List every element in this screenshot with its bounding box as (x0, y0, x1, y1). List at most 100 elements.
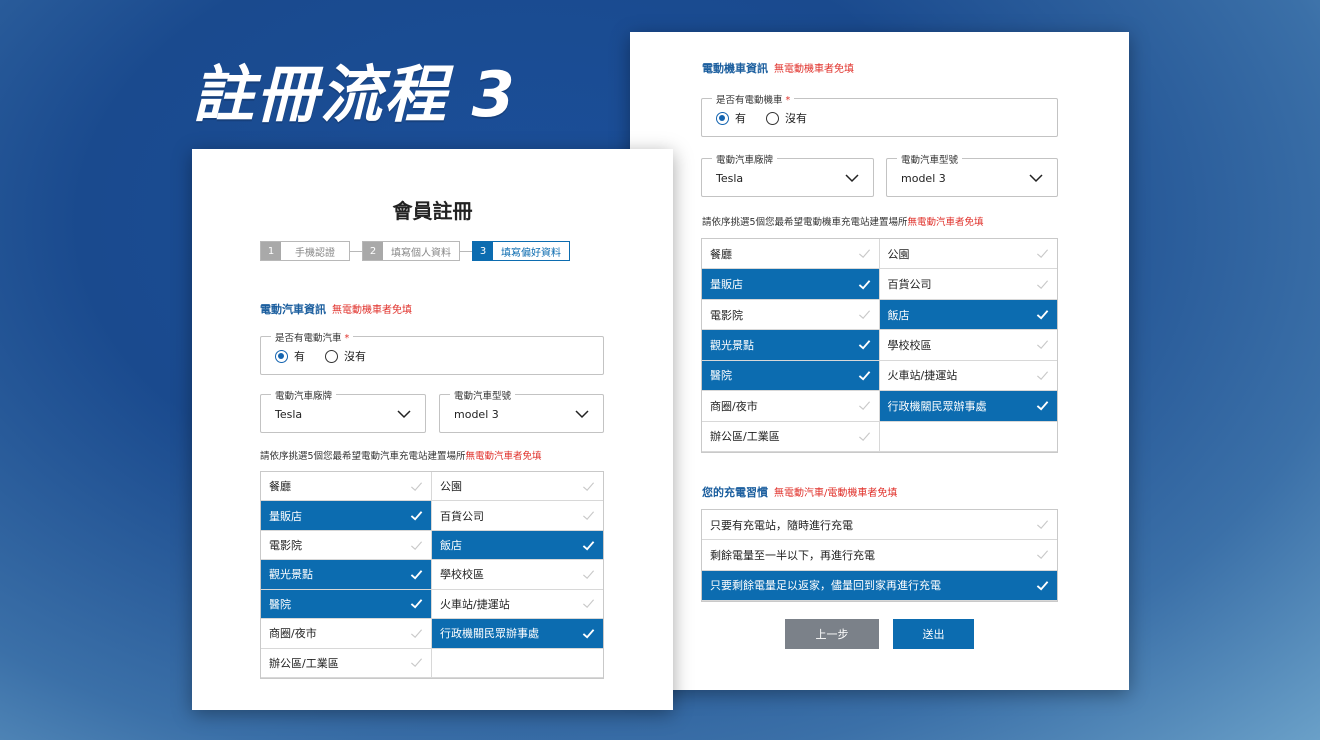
check-icon (1037, 371, 1049, 380)
step-3: 3 填寫偏好資料 (472, 241, 570, 261)
moto-place-option[interactable]: 飯店 (879, 299, 1057, 331)
moto-place-option[interactable]: 餐廳 (702, 239, 880, 270)
moto-place-option[interactable]: 學校校區 (879, 330, 1057, 361)
check-icon (858, 249, 870, 259)
car-brand-select[interactable]: 電動汽車廠牌 Tesla (260, 388, 426, 433)
moto-place-option-label: 百貨公司 (887, 278, 932, 292)
check-icon (583, 511, 595, 521)
moto-place-option-label: 公園 (887, 247, 910, 261)
car-place-option-label: 醫院 (269, 597, 291, 611)
car-place-option-label: 學校校區 (440, 568, 484, 582)
habit-option[interactable]: 剩餘電量至一半以下，再進行充電 (702, 540, 1057, 571)
moto-place-option[interactable]: 觀光景點 (702, 330, 880, 361)
moto-places-grid: 餐廳 公園量販店 百貨公司電影院 飯店 觀光景點 學校校區醫院 火車站/捷運站 商圈/夜市 行政… (701, 238, 1058, 453)
moto-place-option[interactable]: 商圈/夜市 (702, 391, 880, 422)
car-place-option[interactable]: 醫院 (261, 589, 432, 620)
check-icon (858, 310, 870, 320)
moto-place-option[interactable]: 行政機關民眾辦事處 (879, 391, 1057, 422)
moto-place-option-label: 電影院 (710, 308, 743, 322)
has-car-no-radio[interactable] (325, 349, 338, 363)
car-place-option[interactable]: 百貨公司 (432, 501, 603, 531)
car-place-option-label: 商圈/夜市 (269, 627, 317, 641)
car-place-option-label: 辦公區/工業區 (269, 656, 339, 670)
moto-place-option-label: 量販店 (710, 278, 743, 292)
check-icon (410, 599, 423, 609)
car-places-grid: 餐廳 公園 量販店 百貨公司 電影院 飯店 觀光景點 學校校區醫院 火車站/捷運站商圈/夜市 行政… (260, 471, 604, 679)
moto-place-empty-cell (879, 422, 1057, 452)
check-icon (1037, 340, 1049, 350)
car-place-option[interactable]: 量販店 (261, 501, 432, 531)
check-icon (411, 629, 423, 638)
moto-place-option-label: 火車站/捷運站 (887, 369, 958, 383)
check-icon (1036, 581, 1049, 591)
car-place-option[interactable]: 火車站/捷運站 (432, 590, 603, 620)
has-moto-legend: 是否有電動機車 * (712, 92, 795, 106)
submit-button[interactable]: 送出 (893, 619, 974, 649)
has-moto-yes-radio[interactable] (716, 111, 729, 125)
page-title: 會員註冊 (392, 199, 473, 223)
car-places-hint: 請依序挑選5個您最希望電動汽車充電站建置場所無電動汽車者免填 (260, 451, 542, 462)
prev-step-button[interactable]: 上一步 (785, 619, 879, 649)
car-place-option[interactable]: 電影院 (261, 530, 432, 561)
moto-place-option-label: 醫院 (710, 369, 732, 383)
habit-section-title: 您的充電習慣 無電動汽車/電動機車者免填 (702, 484, 897, 500)
chevron-down-icon (397, 410, 411, 419)
moto-place-option-label: 餐廳 (710, 247, 732, 261)
moto-place-option[interactable]: 火車站/捷運站 (879, 361, 1057, 392)
has-car-yes-radio[interactable] (275, 349, 288, 363)
car-place-option[interactable]: 辦公區/工業區 (261, 648, 432, 678)
check-icon (583, 599, 595, 609)
car-brand-value: Tesla (275, 408, 303, 421)
check-icon (411, 540, 423, 550)
progress-steps: 1 手機認證 2 填寫個人資料 3 填寫偏好資料 (260, 241, 570, 261)
habit-option-label: 剩餘電量至一半以下，再進行充電 (710, 548, 875, 562)
moto-brand-select[interactable]: 電動汽車廠牌 Tesla (701, 152, 874, 197)
habit-section-label: 您的充電習慣 (702, 486, 768, 499)
check-icon (582, 540, 595, 551)
preference-card-back: 電動機車資訊 無電動機車者免填 是否有電動機車 * 有 沒有 電動汽車廠牌 Tes… (630, 32, 1129, 690)
check-icon (1036, 401, 1049, 411)
chevron-down-icon (575, 410, 589, 419)
moto-place-option[interactable]: 醫院 (702, 360, 880, 392)
car-place-option[interactable]: 觀光景點 (261, 560, 432, 590)
car-place-option[interactable]: 飯店 (432, 530, 603, 561)
car-place-option[interactable]: 學校校區 (432, 560, 603, 590)
moto-places-hint: 請依序挑選5個您最希望電動機車充電站建置場所無電動汽車者免填 (702, 217, 984, 228)
moto-place-option[interactable]: 量販店 (702, 269, 880, 300)
has-car-legend: 是否有電動汽車 * (271, 330, 354, 344)
moto-place-option[interactable]: 辦公區/工業區 (702, 421, 880, 452)
has-car-yes-label: 有 (294, 350, 305, 363)
habit-option[interactable]: 只要有充電站，隨時進行充電 (702, 510, 1057, 541)
check-icon (858, 401, 870, 411)
has-moto-no-label: 沒有 (785, 112, 807, 125)
check-icon (411, 482, 423, 491)
car-place-option[interactable]: 公園 (432, 472, 603, 502)
check-icon (858, 279, 870, 290)
moto-place-option[interactable]: 公園 (879, 239, 1057, 270)
chevron-down-icon (845, 174, 859, 183)
check-icon (1037, 249, 1049, 259)
moto-model-value: model 3 (901, 172, 946, 185)
car-place-empty-cell (432, 649, 603, 678)
car-place-option-label: 飯店 (440, 539, 462, 553)
car-place-option[interactable]: 餐廳 (261, 472, 432, 502)
car-place-option-label: 行政機關民眾辦事處 (440, 627, 539, 641)
habit-list: 只要有充電站，隨時進行充電剩餘電量至一半以下，再進行充電只要剩餘電量足以返家，儘… (701, 509, 1058, 602)
car-model-select[interactable]: 電動汽車型號 model 3 (439, 388, 604, 433)
check-icon (1037, 550, 1049, 560)
step-2: 2 填寫個人資料 (362, 241, 460, 261)
habit-option[interactable]: 只要剩餘電量足以返家，儘量回到家再進行充電 (702, 570, 1057, 601)
check-icon (858, 432, 870, 441)
car-place-option-label: 火車站/捷運站 (440, 597, 510, 611)
moto-place-option[interactable]: 百貨公司 (879, 269, 1057, 300)
car-place-option[interactable]: 商圈/夜市 (261, 619, 432, 649)
moto-place-option[interactable]: 電影院 (702, 299, 880, 331)
car-place-option[interactable]: 行政機關民眾辦事處 (432, 619, 603, 649)
has-moto-no-radio[interactable] (766, 111, 779, 125)
moto-model-select[interactable]: 電動汽車型號 model 3 (886, 152, 1058, 197)
check-icon (410, 570, 423, 580)
has-moto-yes-label: 有 (735, 112, 746, 125)
moto-section-note: 無電動機車者免填 (774, 64, 854, 75)
check-icon (858, 340, 870, 351)
check-icon (583, 570, 595, 579)
